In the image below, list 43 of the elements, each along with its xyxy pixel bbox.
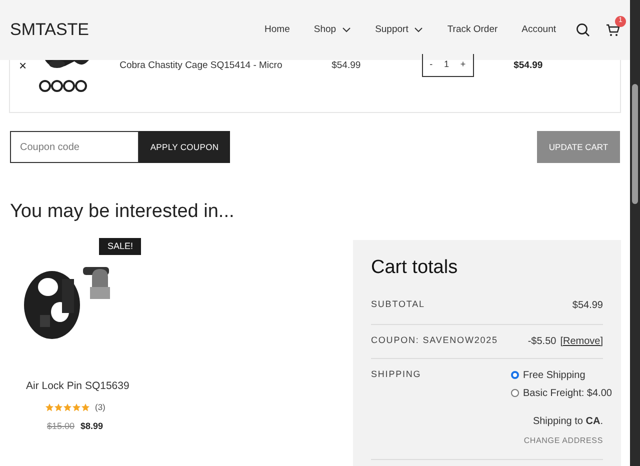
increase-button[interactable]: + <box>460 58 466 72</box>
totals-label: SUBTOTAL <box>371 298 425 310</box>
shipping-option: Basic Freight: $4.00 <box>523 386 612 400</box>
star-icon <box>45 402 54 412</box>
nav-link[interactable]: Support <box>375 22 424 38</box>
change-address-link[interactable]: CHANGE ADDRESS <box>524 434 603 446</box>
apply-coupon-button[interactable]: APPLY COUPON <box>139 131 230 163</box>
totals-label: SHIPPING <box>371 368 422 380</box>
star-icon <box>72 402 81 412</box>
star-icon <box>63 402 72 412</box>
quantity-value[interactable]: 1 <box>444 58 449 72</box>
nav-link[interactable]: Shop <box>314 22 352 38</box>
remove-link[interactable]: [Remove] <box>560 334 603 348</box>
shipping-option: Free Shipping <box>523 368 586 382</box>
nav-link[interactable]: Track Order <box>447 22 498 38</box>
chevron-down-icon <box>414 27 424 33</box>
radio-button[interactable] <box>511 371 519 379</box>
coupon-field[interactable]: Coupon code <box>10 131 139 163</box>
sale-badge: SALE! <box>99 238 141 256</box>
remove-item-button[interactable]: × <box>19 59 27 72</box>
totals-title: Cart totals <box>371 256 459 280</box>
chevron-down-icon <box>342 27 352 33</box>
site-logo[interactable]: SMTASTE <box>10 17 90 43</box>
old-price: $15.00 <box>47 420 75 433</box>
section-heading: You may be interested in... <box>10 200 236 224</box>
totals-label: COUPON: SAVENOW2025 <box>371 334 498 346</box>
product-name[interactable]: Cobra Chastity Cage SQ15414 - Micro <box>120 59 330 74</box>
nav-link[interactable]: Home <box>264 22 290 38</box>
star-icon <box>54 402 63 412</box>
search-icon[interactable] <box>576 23 590 37</box>
totals-value: -$5.50 <box>528 334 556 348</box>
totals-value: $54.99 <box>572 298 603 312</box>
shipping-destination: Shipping to CA. <box>532 414 603 428</box>
scrollbar[interactable] <box>630 0 640 466</box>
product-title[interactable]: Air Lock Pin SQ15639 <box>26 379 170 395</box>
star-icon <box>81 402 90 412</box>
review-count: (3) <box>95 401 106 414</box>
cart-icon[interactable] <box>606 24 620 36</box>
nav-link[interactable]: Account <box>522 22 556 38</box>
line-subtotal: $54.99 <box>514 59 543 73</box>
product-price: $54.99 <box>332 59 362 73</box>
radio-button[interactable] <box>511 389 519 397</box>
sale-price: $8.99 <box>80 420 104 433</box>
